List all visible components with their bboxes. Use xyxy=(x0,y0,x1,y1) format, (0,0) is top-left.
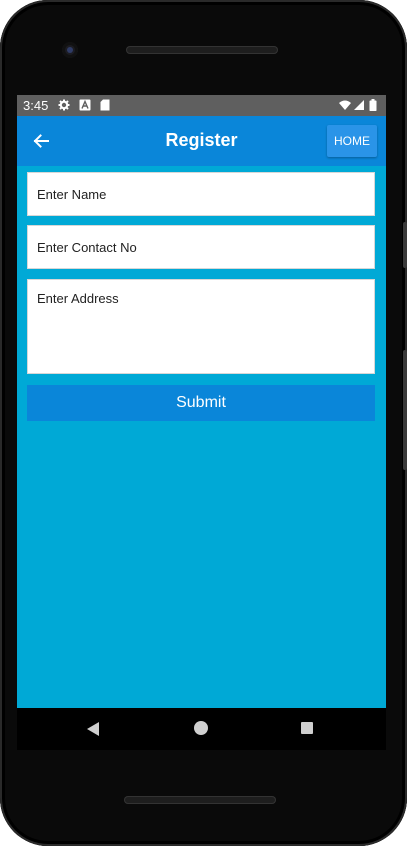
screen: 3:45 Register HOME Enter Name Enter Cont… xyxy=(17,95,386,708)
app-bar: Register HOME xyxy=(17,116,386,166)
address-field[interactable]: Enter Address xyxy=(27,279,375,374)
navigation-bar xyxy=(17,708,386,750)
font-notification-icon xyxy=(79,99,91,111)
home-button[interactable]: HOME xyxy=(327,125,377,157)
settings-icon xyxy=(58,99,70,111)
bottom-speaker xyxy=(124,796,276,804)
sd-card-icon xyxy=(100,99,110,111)
front-camera xyxy=(62,42,78,58)
status-bar: 3:45 xyxy=(17,95,386,116)
status-time: 3:45 xyxy=(23,98,49,113)
submit-button[interactable]: Submit xyxy=(27,385,375,421)
nav-recents-icon[interactable] xyxy=(301,722,313,734)
power-button xyxy=(403,222,407,268)
phone-frame: 3:45 Register HOME Enter Name Enter Cont… xyxy=(0,0,407,846)
top-speaker xyxy=(126,46,278,54)
address-field-placeholder: Enter Address xyxy=(37,291,119,306)
name-field[interactable]: Enter Name xyxy=(27,172,375,216)
battery-icon xyxy=(369,99,377,111)
contact-field[interactable]: Enter Contact No xyxy=(27,225,375,269)
contact-field-placeholder: Enter Contact No xyxy=(37,240,137,255)
volume-button xyxy=(403,350,407,470)
nav-home-icon[interactable] xyxy=(194,721,208,735)
signal-icon xyxy=(354,100,364,110)
name-field-placeholder: Enter Name xyxy=(37,187,107,202)
wifi-icon xyxy=(339,100,351,110)
nav-back-icon[interactable] xyxy=(87,722,99,736)
